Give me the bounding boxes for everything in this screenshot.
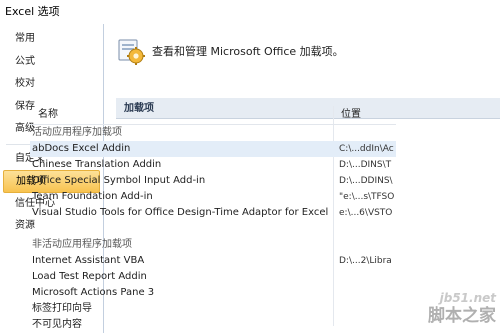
row-name: Visual Studio Tools for Office Design-Ti… (32, 207, 329, 218)
sidebar-item-proofing[interactable]: 校对 (3, 73, 100, 96)
watermark-brand: 脚本之家 (428, 306, 496, 326)
addins-gear-icon (118, 39, 145, 65)
table-row[interactable]: Office Special Symbol Input Add-in D:\..… (30, 173, 396, 189)
row-location: "e:\...s\TFSO (339, 192, 395, 202)
table-row[interactable]: 标签打印向导 (30, 301, 396, 317)
row-name: 不可见内容 (32, 319, 82, 330)
row-location: C:\...ddIn\Ac (339, 144, 394, 154)
table-row[interactable]: Internet Assistant VBA D:\...2\Libra (30, 253, 396, 269)
row-name: Team Foundation Add-in (32, 191, 153, 202)
watermark: jb51.net 脚本之家 (396, 291, 496, 331)
watermark-site: jb51.net (439, 291, 496, 305)
row-location: e:\...6\VSTO (339, 208, 393, 218)
row-name: Load Test Report Addin (32, 271, 147, 282)
row-name: Chinese Translation Addin (32, 159, 162, 170)
row-location: D:\...DDINS\ (339, 176, 393, 186)
table-row[interactable]: Visual Studio Tools for Office Design-Ti… (30, 205, 396, 221)
row-location: D:\...2\Libra (339, 256, 392, 266)
column-header-name[interactable]: 名称 (38, 106, 58, 124)
addins-table: 名称 位置 活动应用程序加载项 abDocs Excel Addin C:\..… (30, 106, 396, 333)
table-row[interactable]: abDocs Excel Addin C:\...ddIn\Ac (30, 141, 396, 157)
sidebar-item-formulas[interactable]: 公式 (3, 51, 100, 74)
banner-text: 查看和管理 Microsoft Office 加载项。 (152, 45, 344, 58)
page-banner: 查看和管理 Microsoft Office 加载项。 (116, 30, 500, 72)
row-name: abDocs Excel Addin (32, 143, 131, 154)
inactive-addins-group-title: 非活动应用程序加载项 (32, 239, 132, 250)
table-row[interactable]: Chinese Translation Addin D:\...DINS\T (30, 157, 396, 173)
table-row[interactable]: Microsoft Actions Pane 3 (30, 285, 396, 301)
row-name: Internet Assistant VBA (32, 255, 145, 266)
column-header-location[interactable]: 位置 (341, 106, 361, 124)
sidebar-item-popular[interactable]: 常用 (3, 28, 100, 51)
table-row[interactable]: 不可见内容 (30, 317, 396, 333)
table-row[interactable]: Load Test Report Addin (30, 269, 396, 285)
table-row[interactable]: Team Foundation Add-in "e:\...s\TFSO (30, 189, 396, 205)
row-name: Microsoft Actions Pane 3 (32, 287, 155, 298)
window-title: Excel 选项 (0, 0, 500, 24)
row-name: Office Special Symbol Input Add-in (32, 175, 206, 186)
active-addins-group-title: 活动应用程序加载项 (32, 127, 122, 138)
row-location: D:\...DINS\T (339, 160, 392, 170)
table-header: 名称 位置 (30, 106, 396, 125)
row-name: 标签打印向导 (32, 303, 92, 314)
